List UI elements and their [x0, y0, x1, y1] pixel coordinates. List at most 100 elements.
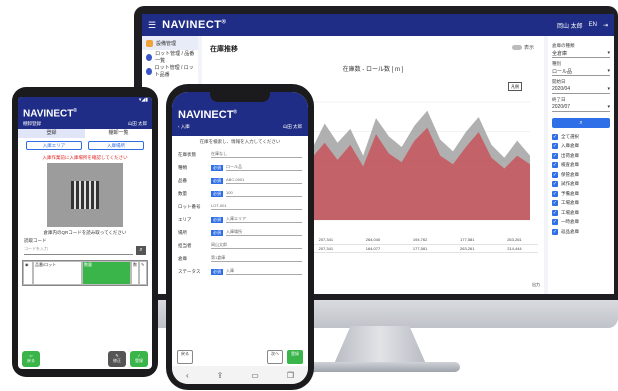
search-icon[interactable]: ⌕: [136, 246, 146, 255]
next-button[interactable]: 次へ: [267, 350, 283, 364]
type-select[interactable]: ロール品 ▾: [552, 67, 610, 76]
nav-item-equipment[interactable]: 設備管理: [142, 36, 198, 50]
logout-icon[interactable]: ⇥: [603, 22, 608, 29]
checkbox[interactable]: ✓: [552, 143, 558, 150]
chevron-down-icon: ▾: [607, 104, 610, 110]
checkbox-item[interactable]: ✓ 検査倉庫: [552, 161, 610, 171]
checkbox-item[interactable]: ✓ 出荷倉庫: [552, 151, 610, 161]
phone-notch: [210, 92, 270, 102]
status-bar: ▾◢▮: [18, 97, 152, 105]
checkbox[interactable]: ✓: [552, 228, 558, 235]
field-input[interactable]: ロール品: [226, 164, 302, 171]
warehouse-select[interactable]: 全倉庫 ▾: [552, 49, 610, 58]
field-label: 倉庫: [178, 255, 187, 261]
required-badge: 必須: [211, 190, 223, 197]
desktop-header: ☰ NAVINECT® 岡山 太郎 EN ⇥: [142, 14, 614, 36]
field-input[interactable]: LOT-001: [211, 203, 302, 210]
field-input[interactable]: 第1倉庫: [211, 255, 302, 262]
code-input[interactable]: コードを入力: [24, 246, 133, 255]
start-date-select[interactable]: 2020/04 ▾: [552, 85, 610, 94]
iphone-screen: NAVINECT® ‹ 入庫 山田 太郎 在庫を検索し、情報を入力してください …: [172, 92, 308, 384]
checkbox-item[interactable]: ✓ 入庫倉庫: [552, 142, 610, 152]
form-row: ロット番号 LOT-001: [172, 200, 308, 213]
edit-icon[interactable]: ✎: [139, 261, 147, 285]
toggle-switch[interactable]: [511, 45, 522, 50]
checkbox-label: 保管倉庫: [561, 171, 579, 177]
scan-result-grid: ◉ 品番/ロット 数量 数 ✎: [22, 260, 148, 286]
tab-inventory-list[interactable]: 棚卸一覧: [85, 129, 152, 138]
radio-icon[interactable]: ◉: [23, 261, 33, 285]
checkbox[interactable]: ✓: [552, 162, 558, 169]
header-user-area: 岡山 太郎 EN ⇥: [557, 21, 608, 30]
checkbox[interactable]: ✓: [552, 133, 558, 140]
checkbox[interactable]: ✓: [552, 209, 558, 216]
field-input[interactable]: 100: [226, 190, 302, 197]
register-button[interactable]: ✓ 登録: [130, 351, 148, 367]
field-input[interactable]: 入庫エリア: [226, 216, 302, 223]
field-input[interactable]: ABC-0001: [226, 177, 302, 184]
globe-icon: [146, 53, 153, 61]
export-button[interactable]: 出力: [532, 282, 540, 288]
table-cell: 164,077: [349, 244, 397, 253]
checkbox-label: 予備倉庫: [561, 190, 579, 196]
display-toggle[interactable]: 表示: [511, 44, 534, 51]
bookmarks-icon[interactable]: ▭: [251, 371, 259, 380]
checkbox-item[interactable]: ✓ 工場倉庫: [552, 199, 610, 209]
checkbox[interactable]: ✓: [552, 171, 558, 178]
checkbox-label: 出荷倉庫: [561, 152, 579, 158]
end-date-select[interactable]: 2020/07 ▾: [552, 103, 610, 112]
checkbox-item[interactable]: ✓ 全て選択: [552, 132, 610, 142]
user-name[interactable]: 岡山 太郎: [557, 21, 583, 30]
back-icon[interactable]: ‹: [186, 371, 189, 380]
field-input[interactable]: 在庫なし: [211, 151, 302, 158]
checkbox-item[interactable]: ✓ 保管倉庫: [552, 170, 610, 180]
field-label: 在庫状態: [178, 151, 196, 157]
checkbox-item[interactable]: ✓ 予備倉庫: [552, 189, 610, 199]
field-label: ロット番号: [178, 203, 201, 209]
entry-area-button[interactable]: 入庫エリア: [26, 141, 82, 150]
nav-item-lot-part[interactable]: ロット管理 / ロット品番: [142, 64, 198, 78]
tabs-icon[interactable]: ❐: [287, 371, 294, 380]
checkbox[interactable]: ✓: [552, 190, 558, 197]
back-button[interactable]: ⇦ 戻る: [22, 351, 40, 367]
checkbox[interactable]: ✓: [552, 219, 558, 226]
checkbox-label: 返品倉庫: [561, 228, 579, 234]
checkbox[interactable]: ✓: [552, 200, 558, 207]
entry-location-button[interactable]: 入庫場所: [88, 141, 144, 150]
android-header: NAVINECT® 棚卸登録 山田 太郎: [18, 105, 152, 129]
button-label: 登録: [135, 358, 143, 363]
back-nav[interactable]: ‹ 入庫: [178, 124, 190, 130]
checkbox[interactable]: ✓: [552, 152, 558, 159]
checkbox-label: 工場倉庫: [561, 200, 579, 206]
code-input-row: コードを入力 ⌕: [18, 244, 152, 257]
checkbox[interactable]: ✓: [552, 181, 558, 188]
checkbox-item[interactable]: ✓ 試作倉庫: [552, 180, 610, 190]
required-badge: 必須: [211, 268, 223, 275]
nav-item-lot-list[interactable]: ロット管理 / 品番一覧: [142, 50, 198, 64]
field-input[interactable]: 入庫: [226, 268, 302, 275]
field-input[interactable]: 入庫場所: [226, 229, 302, 236]
checkbox-label: 全て選択: [561, 133, 579, 139]
register-button[interactable]: 登録: [287, 350, 303, 364]
camera-preview: [47, 163, 123, 227]
tab-register[interactable]: 登録: [18, 129, 85, 138]
search-button[interactable]: ⌕: [552, 118, 610, 128]
share-icon[interactable]: ⇪: [217, 371, 224, 380]
back-button[interactable]: 戻る: [177, 350, 193, 364]
checkbox-label: 一時倉庫: [561, 219, 579, 225]
brand-logo: NAVINECT®: [162, 19, 227, 31]
checkbox-item[interactable]: ✓ 一時倉庫: [552, 218, 610, 228]
edit-button[interactable]: ✎ 修正: [108, 351, 126, 367]
field-input[interactable]: 岡山太郎: [211, 242, 302, 249]
legend-button[interactable]: 凡例: [508, 82, 522, 91]
qr-code-icon: [71, 181, 99, 209]
checkbox-item[interactable]: ✓ 工場倉庫: [552, 208, 610, 218]
menu-icon[interactable]: ☰: [148, 20, 156, 31]
table-cell: 264,040: [349, 236, 397, 245]
iphone-form-footer: 戻る 次へ 登録: [172, 350, 308, 366]
select-value: 2020/07: [552, 104, 571, 110]
language-button[interactable]: EN: [589, 22, 597, 28]
android-screen: ▾◢▮ NAVINECT® 棚卸登録 山田 太郎 登録 棚卸一覧 入庫エリア 入…: [18, 97, 152, 369]
checkbox-label: 試作倉庫: [561, 181, 579, 187]
checkbox-item[interactable]: ✓ 返品倉庫: [552, 227, 610, 237]
